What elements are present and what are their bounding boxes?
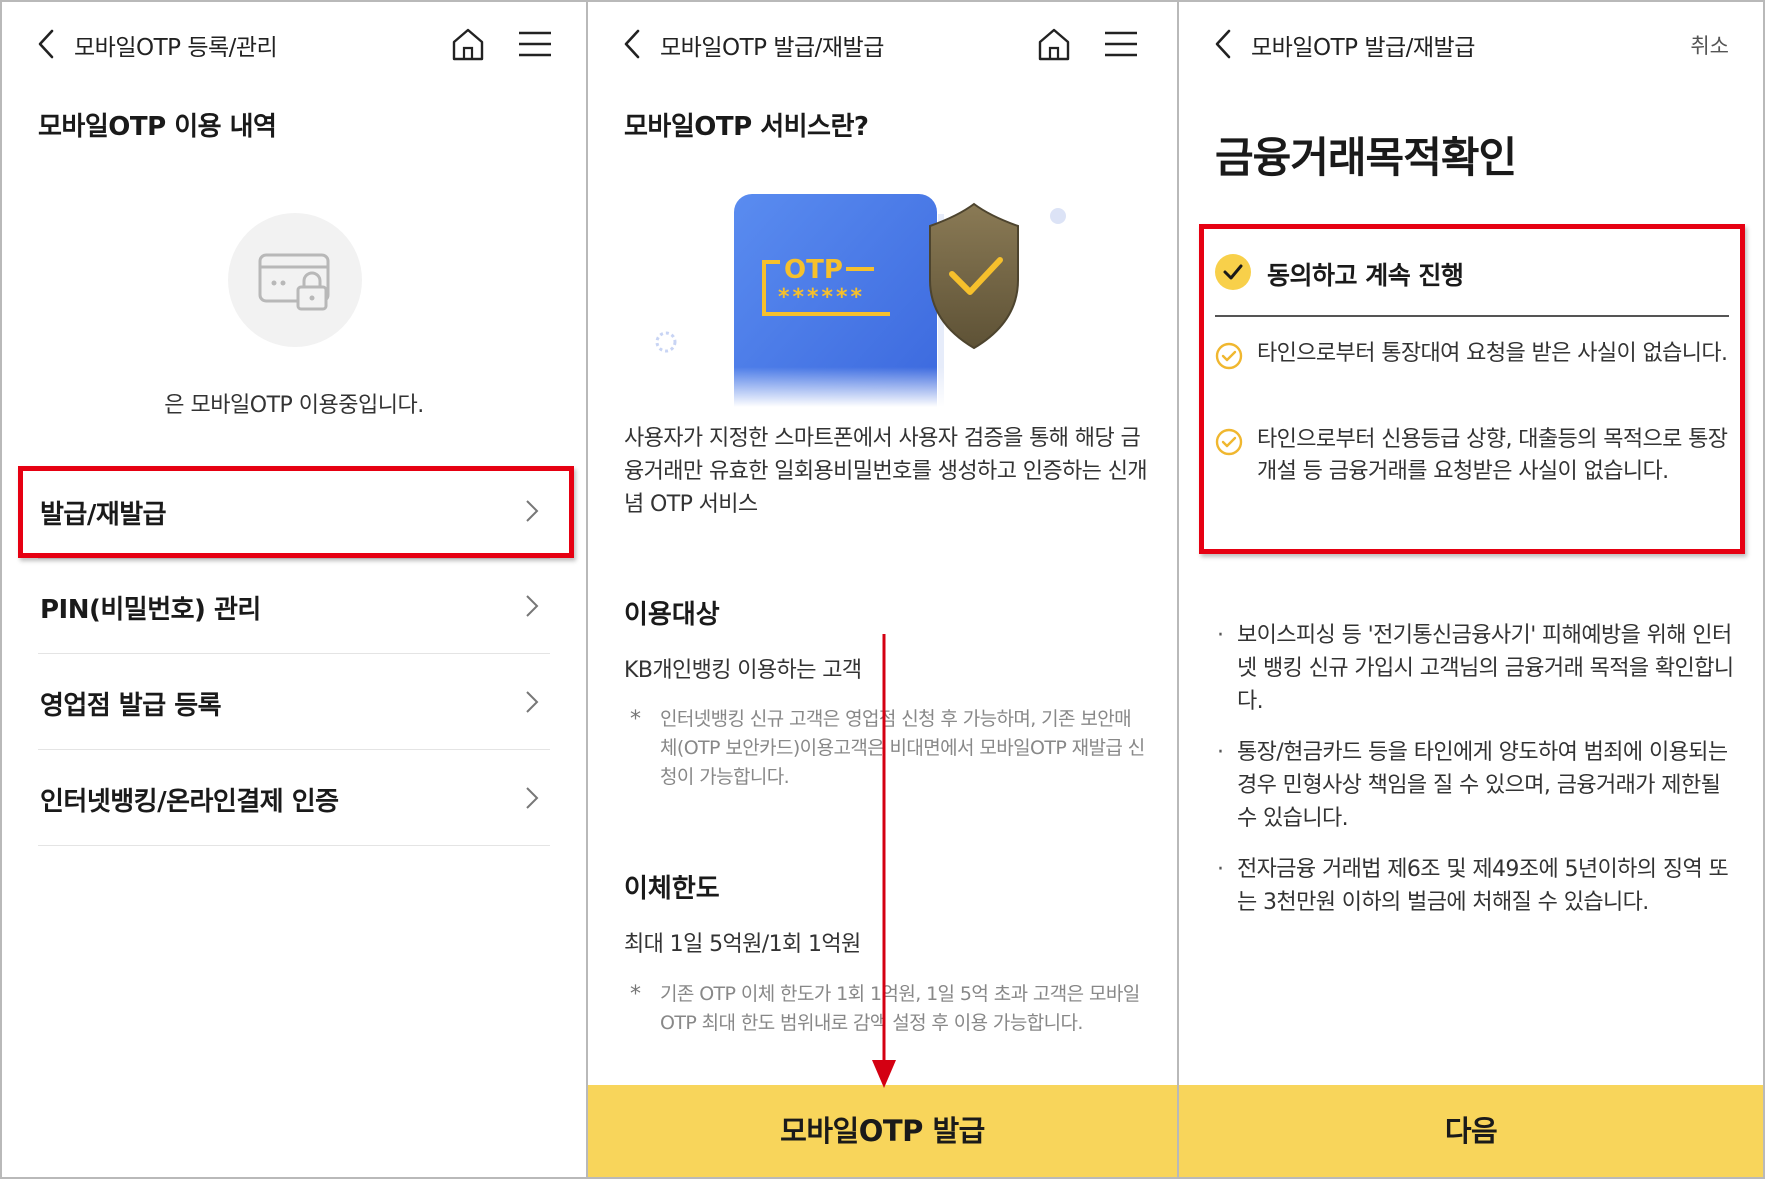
bullet-marker: ·: [1217, 740, 1224, 765]
header-title: 모바일OTP 등록/관리: [74, 35, 278, 61]
highlight-box: [18, 466, 574, 558]
notice-text: 통장/현금카드 등을 타인에게 양도하여 범죄에 이용되는 경우 민형사상 책임…: [1237, 740, 1728, 831]
note-marker: *: [630, 707, 641, 732]
issue-otp-button[interactable]: 모바일OTP 발급: [588, 1085, 1177, 1177]
notice-item: · 전자금융 거래법 제6조 및 제49조에 5년이하의 징역 또는 3천만원 …: [1215, 853, 1735, 919]
header: 모바일OTP 등록/관리: [2, 2, 586, 88]
otp-shield-illustration: OTP ******: [638, 182, 1118, 424]
limit-note: * 기존 OTP 이체 한도가 1회 1억원, 1일 5억 초과 고객은 모바일…: [624, 980, 1147, 1038]
header-title: 모바일OTP 발급/재발급: [660, 35, 884, 61]
chevron-right-icon: [526, 691, 539, 713]
hamburger-menu-icon[interactable]: [516, 26, 554, 62]
header-title: 모바일OTP 발급/재발급: [1251, 35, 1475, 61]
limit-text: 최대 1일 5억원/1회 1억원: [624, 932, 861, 957]
back-chevron-icon[interactable]: [620, 26, 648, 62]
header: 모바일OTP 발급/재발급: [588, 2, 1177, 88]
bullet-marker: ·: [1217, 623, 1224, 648]
target-note-text: 인터넷뱅킹 신규 고객은 영업점 신청 후 가능하며, 기존 보안매체(OTP …: [660, 708, 1145, 788]
target-text: KB개인뱅킹 이용하는 고객: [624, 658, 862, 683]
back-chevron-icon[interactable]: [34, 26, 62, 62]
menu-item-pin[interactable]: PIN(비밀번호) 관리: [38, 559, 550, 654]
otp-code: ******: [778, 285, 865, 310]
note-marker: *: [630, 982, 641, 1007]
home-icon[interactable]: [1034, 24, 1074, 64]
service-description: 사용자가 지정한 스마트폰에서 사용자 검증을 통해 해당 금융거래만 유효한 …: [624, 426, 1148, 517]
menu-item-auth[interactable]: 인터넷뱅킹/온라인결제 인증: [38, 751, 550, 846]
target-title: 이용대상: [624, 600, 720, 630]
panel-otp-management: 모바일OTP 등록/관리 모바일OTP 이용 내역 은 모바일OTP 이용중입니…: [0, 0, 588, 1179]
home-icon[interactable]: [448, 24, 488, 64]
header: 모바일OTP 발급/재발급 취소: [1179, 2, 1763, 88]
limit-note-text: 기존 OTP 이체 한도가 1회 1억원, 1일 5억 초과 고객은 모바일OT…: [660, 983, 1140, 1034]
chevron-right-icon: [526, 595, 539, 617]
bullet-marker: ·: [1217, 857, 1224, 882]
card-lock-icon: [228, 213, 362, 347]
menu-item-label: 인터넷뱅킹/온라인결제 인증: [40, 787, 339, 817]
otp-status-text: 은 모바일OTP 이용중입니다.: [164, 393, 424, 418]
back-chevron-icon[interactable]: [1211, 26, 1239, 62]
cancel-button[interactable]: 취소: [1690, 30, 1729, 60]
notice-item: · 보이스피싱 등 '전기통신금융사기' 피해예방을 위해 인터넷 뱅킹 신규 …: [1215, 619, 1735, 718]
next-button[interactable]: 다음: [1179, 1085, 1763, 1177]
notice-item: · 통장/현금카드 등을 타인에게 양도하여 범죄에 이용되는 경우 민형사상 …: [1215, 736, 1735, 835]
otp-label: OTP: [784, 255, 843, 285]
notice-text: 전자금융 거래법 제6조 및 제49조에 5년이하의 징역 또는 3천만원 이하…: [1237, 857, 1729, 915]
menu-item-branch[interactable]: 영업점 발급 등록: [38, 655, 550, 750]
notice-text: 보이스피싱 등 '전기통신금융사기' 피해예방을 위해 인터넷 뱅킹 신규 가입…: [1237, 623, 1734, 714]
usage-section-title: 모바일OTP 이용 내역: [38, 112, 277, 142]
page-title: 금융거래목적확인: [1215, 133, 1517, 182]
highlight-box: [1199, 224, 1745, 554]
limit-title: 이체한도: [624, 874, 720, 904]
panel-purpose-confirm: 모바일OTP 발급/재발급 취소 금융거래목적확인 동의하고 계속 진행 타인으…: [1177, 0, 1765, 1179]
menu-item-label: PIN(비밀번호) 관리: [40, 595, 261, 625]
chevron-right-icon: [526, 787, 539, 809]
panel-otp-issue-info: 모바일OTP 발급/재발급 모바일OTP 서비스란? OTP ****** 사용…: [588, 0, 1177, 1179]
menu-item-label: 영업점 발급 등록: [40, 691, 222, 721]
target-note: * 인터넷뱅킹 신규 고객은 영업점 신청 후 가능하며, 기존 보안매체(OT…: [624, 705, 1147, 792]
service-section-title: 모바일OTP 서비스란?: [624, 112, 869, 142]
hamburger-menu-icon[interactable]: [1102, 26, 1140, 62]
